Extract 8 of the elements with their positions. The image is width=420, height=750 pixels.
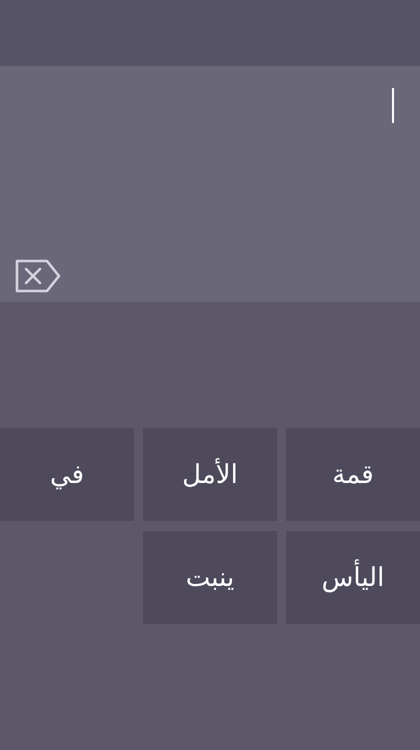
text-cursor [392,88,394,123]
answer-field[interactable] [0,66,420,302]
backspace-icon[interactable] [13,259,61,293]
word-tile[interactable]: ينبت [143,531,277,624]
word-tile[interactable]: في [0,428,134,521]
word-tile[interactable]: قمة [286,428,420,521]
word-tile[interactable]: الأمل [143,428,277,521]
word-tile[interactable]: اليأس [286,531,420,624]
